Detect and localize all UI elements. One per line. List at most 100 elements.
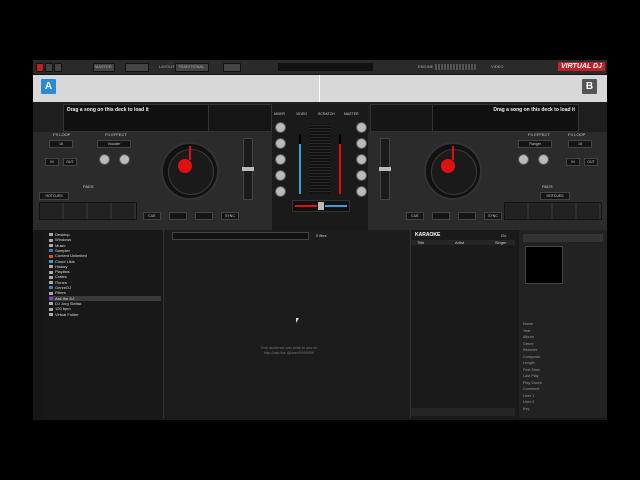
deck-a-pause-button[interactable] xyxy=(169,212,187,220)
deck-b-pitch-fader[interactable] xyxy=(379,138,391,200)
mixer-left-mid-knob[interactable] xyxy=(275,154,286,165)
deck-a-sync-button[interactable]: SYNC xyxy=(221,212,239,220)
folder-label: Playlists xyxy=(55,269,70,275)
folder-item[interactable]: 120 bpm xyxy=(49,306,71,311)
folder-icon xyxy=(49,244,53,248)
folder-icon xyxy=(49,281,53,285)
folder-item[interactable]: Cloud Lists xyxy=(49,259,75,264)
deck-a: FX LOOP FX EFFECT 16 Vocoder IN OUT PADS… xyxy=(33,132,272,230)
folder-item[interactable]: Music xyxy=(49,243,65,248)
deck-b-effect-select[interactable]: Flanger xyxy=(518,140,552,148)
deck-b-platter-label xyxy=(441,159,455,173)
folder-item[interactable]: GenreDJ xyxy=(49,285,71,290)
karaoke-toolbar[interactable] xyxy=(411,408,515,416)
minimize-button[interactable] xyxy=(45,63,53,72)
folder-item[interactable]: Ask the DJ xyxy=(49,295,161,301)
folder-item[interactable]: Filters xyxy=(49,290,66,295)
deck-b-play-button[interactable] xyxy=(458,212,476,220)
deck-b-hotcues-select[interactable]: HOTCUES xyxy=(540,192,570,200)
folder-item[interactable]: Crates xyxy=(49,274,67,279)
mixer-right-high-knob[interactable] xyxy=(356,138,367,149)
settings-button[interactable] xyxy=(223,63,241,72)
deck-a-cue-button[interactable]: CUE xyxy=(143,212,161,220)
deck-a-play-button[interactable] xyxy=(195,212,213,220)
folder-icon xyxy=(49,233,53,237)
karaoke-col-title[interactable]: Title xyxy=(417,240,424,245)
metadata-field: Year xyxy=(523,328,531,333)
deck-a-loop-length[interactable]: 16 xyxy=(49,140,73,148)
deck-a-hotcues-select[interactable]: HOTCUES xyxy=(39,192,69,200)
mixer-tab-master[interactable]: MASTER xyxy=(344,112,359,116)
deck-b-fx-effect-label: FX EFFECT xyxy=(528,132,550,137)
folder-item[interactable]: DJ Jorg Sielisk xyxy=(49,301,81,306)
deck-b-letter: B xyxy=(582,79,597,94)
karaoke-col-singer[interactable]: Singer xyxy=(495,240,507,245)
deck-b-sync-button[interactable]: SYNC xyxy=(484,212,502,220)
metadata-field: Composer xyxy=(523,354,541,359)
mixer-left-low-knob[interactable] xyxy=(275,170,286,181)
deck-a-fx-knob-2[interactable] xyxy=(119,154,130,165)
karaoke-title: KARAOKE xyxy=(415,232,441,238)
mixer-right-low-knob[interactable] xyxy=(356,170,367,181)
folder-item[interactable]: Sampler xyxy=(49,248,70,253)
deck-b-loop-length[interactable]: 16 xyxy=(568,140,592,148)
folder-item[interactable]: Virtual Folder xyxy=(49,312,79,317)
deck-b: FX EFFECT FX LOOP Flanger 16 IN OUT PADS… xyxy=(368,132,607,230)
folder-item[interactable]: Playlists xyxy=(49,269,70,274)
deck-b-fx-knob-2[interactable] xyxy=(538,154,549,165)
mixer-right-mid-knob[interactable] xyxy=(356,154,367,165)
folder-icon xyxy=(49,265,53,269)
mixer-left-gain-knob[interactable] xyxy=(275,122,286,133)
waveform-overview[interactable] xyxy=(33,75,607,102)
maximize-button[interactable] xyxy=(54,63,62,72)
sideview-toolbar[interactable] xyxy=(523,234,603,242)
browser-sidebar-icons xyxy=(35,232,43,418)
mixer-right-gain-knob[interactable] xyxy=(356,122,367,133)
mixer-left-high-knob[interactable] xyxy=(275,138,286,149)
karaoke-panel: KARAOKE Go Title Artist Singer xyxy=(411,230,517,418)
metadata-field: User 1 xyxy=(523,393,535,398)
folder-label: Virtual Folder xyxy=(55,311,79,317)
deck-a-fx-knob-1[interactable] xyxy=(99,154,110,165)
deck-b-pause-button[interactable] xyxy=(432,212,450,220)
deck-b-jogwheel[interactable] xyxy=(424,142,482,200)
deck-a-effect-select[interactable]: Vocoder xyxy=(97,140,131,148)
deck-b-loop-in[interactable]: IN xyxy=(566,158,580,166)
deck-b-fx-knob-1[interactable] xyxy=(518,154,529,165)
cover-art xyxy=(525,246,563,284)
folder-icon xyxy=(49,254,53,258)
mixer-right-volume-fader[interactable] xyxy=(339,134,341,194)
crossfader[interactable] xyxy=(292,200,350,212)
metadata-field: Play Count xyxy=(523,380,542,385)
deck-a-fx-loop-label: FX LOOP xyxy=(53,132,71,137)
deck-a-loop-in[interactable]: IN xyxy=(45,158,59,166)
deck-b-pads[interactable] xyxy=(504,202,602,220)
mixer-tab-video[interactable]: VIDEO xyxy=(296,112,307,116)
deck-a-pitch-fader[interactable] xyxy=(242,138,254,200)
mouse-cursor xyxy=(296,318,299,323)
folder-label: Cloud Lists xyxy=(55,258,75,264)
folder-item[interactable]: iTunes xyxy=(49,280,67,285)
close-button[interactable] xyxy=(36,63,44,72)
mixer-left-filter-knob[interactable] xyxy=(275,186,286,197)
deck-a-jogwheel[interactable] xyxy=(161,142,219,200)
mixer-tab-scratch[interactable]: SCRATCH xyxy=(318,112,335,116)
folder-item[interactable]: Desktop xyxy=(49,232,70,237)
mixer-right-filter-knob[interactable] xyxy=(356,186,367,197)
karaoke-col-artist[interactable]: Artist xyxy=(455,240,464,245)
deck-a-loop-out[interactable]: OUT xyxy=(63,158,77,166)
metadata-field: Key xyxy=(523,406,530,411)
mixer-left-volume-fader[interactable] xyxy=(299,134,301,194)
deck-a-platter-label xyxy=(178,159,192,173)
search-input[interactable] xyxy=(172,232,309,240)
deck-b-cue-button[interactable]: CUE xyxy=(406,212,424,220)
folder-item[interactable]: Windows xyxy=(49,237,71,242)
deck-b-loop-out[interactable]: OUT xyxy=(584,158,598,166)
metadata-field: Comment xyxy=(523,387,540,391)
karaoke-badge[interactable]: Go xyxy=(501,233,506,238)
folder-icon xyxy=(49,249,53,253)
folder-item[interactable]: History xyxy=(49,264,67,269)
folder-item[interactable]: Content Unlimited xyxy=(49,253,87,258)
deck-a-pads[interactable] xyxy=(39,202,137,220)
mixer-tab-mixer[interactable]: MIXER xyxy=(274,112,285,116)
